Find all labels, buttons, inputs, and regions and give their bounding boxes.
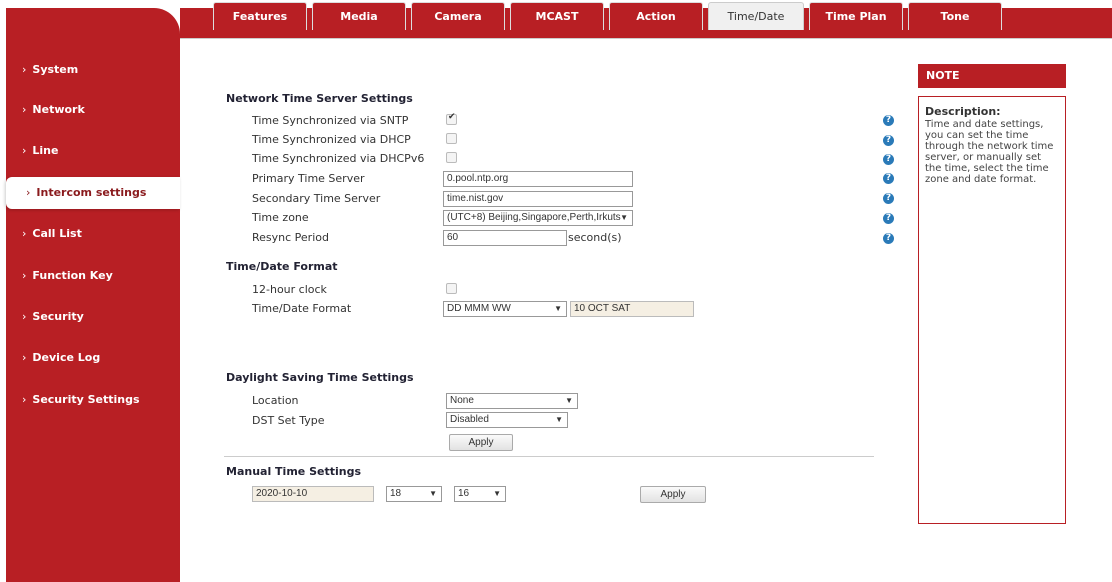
- manual-apply-button[interactable]: Apply: [640, 486, 706, 503]
- section-title-manual: Manual Time Settings: [226, 465, 362, 478]
- format-preview: 10 OCT SAT: [570, 301, 694, 317]
- hour-value: 18: [390, 488, 402, 499]
- sidebar-item-label: Line: [32, 144, 59, 157]
- dst-type-value: Disabled: [450, 414, 489, 425]
- tab-features[interactable]: Features: [213, 2, 307, 30]
- chevron-right-icon: ›: [22, 227, 27, 240]
- location-label: Location: [252, 394, 299, 407]
- timezone-label: Time zone: [252, 211, 309, 224]
- tab-media-settings[interactable]: Media Settings: [312, 2, 406, 51]
- help-icon[interactable]: ?: [883, 173, 894, 184]
- format-label: Time/Date Format: [252, 302, 352, 315]
- help-icon[interactable]: ?: [883, 213, 894, 224]
- chevron-right-icon: ›: [22, 63, 27, 76]
- chevron-right-icon: ›: [22, 103, 27, 116]
- sidebar-item-label: Intercom settings: [36, 186, 147, 199]
- dhcpv6-label: Time Synchronized via DHCPv6: [252, 152, 425, 165]
- help-icon[interactable]: ?: [883, 233, 894, 244]
- primary-server-input[interactable]: 0.pool.ntp.org: [443, 171, 633, 187]
- chevron-right-icon: ›: [22, 351, 27, 364]
- sidebar-item-label: Function Key: [32, 269, 113, 282]
- sidebar-item-label: Security Settings: [32, 393, 140, 406]
- section-title-network-time: Network Time Server Settings: [226, 92, 413, 105]
- resync-input[interactable]: 60: [443, 230, 567, 246]
- dropdown-arrow-icon: ▼: [429, 489, 437, 498]
- help-icon[interactable]: ?: [883, 154, 894, 165]
- section-divider: [224, 456, 874, 457]
- dhcp-label: Time Synchronized via DHCP: [252, 133, 411, 146]
- dropdown-arrow-icon: ▼: [555, 415, 563, 424]
- dropdown-arrow-icon: ▼: [493, 489, 501, 498]
- timezone-value: (UTC+8) Beijing,Singapore,Perth,Irkuts: [447, 212, 621, 223]
- format-select[interactable]: DD MMM WW ▼: [443, 301, 567, 317]
- dhcpv6-checkbox[interactable]: [446, 152, 457, 163]
- manual-date-input[interactable]: 2020-10-10: [252, 486, 374, 502]
- sidebar-item-label: System: [32, 63, 79, 76]
- sidebar: [6, 8, 180, 582]
- location-select[interactable]: None ▼: [446, 393, 578, 409]
- section-title-dst: Daylight Saving Time Settings: [226, 371, 414, 384]
- section-title-format: Time/Date Format: [226, 260, 338, 273]
- tab-mcast[interactable]: MCAST: [510, 2, 604, 30]
- chevron-right-icon: ›: [22, 269, 27, 282]
- dropdown-arrow-icon: ▼: [565, 396, 573, 405]
- sidebar-item-system[interactable]: › System: [0, 60, 174, 80]
- dst-type-select[interactable]: Disabled ▼: [446, 412, 568, 428]
- sidebar-item-label: Network: [32, 103, 85, 116]
- minute-value: 16: [458, 488, 470, 499]
- sidebar-item-call-list[interactable]: › Call List: [0, 224, 174, 244]
- resync-label: Resync Period: [252, 231, 329, 244]
- manual-hour-select[interactable]: 18 ▼: [386, 486, 442, 502]
- dropdown-arrow-icon: ▼: [620, 213, 628, 222]
- sntp-label: Time Synchronized via SNTP: [252, 114, 409, 127]
- secondary-server-input[interactable]: time.nist.gov: [443, 191, 633, 207]
- sidebar-item-label: Security: [32, 310, 84, 323]
- clock-label: 12-hour clock: [252, 283, 327, 296]
- sidebar-item-security[interactable]: › Security: [0, 307, 174, 327]
- note-panel: Description: Time and date settings, you…: [918, 96, 1066, 524]
- tab-action[interactable]: Action: [609, 2, 703, 30]
- sntp-checkbox[interactable]: [446, 112, 457, 125]
- timezone-select[interactable]: (UTC+8) Beijing,Singapore,Perth,Irkuts ▼: [443, 210, 633, 226]
- sidebar-item-label: Call List: [32, 227, 82, 240]
- sidebar-item-label: Device Log: [32, 351, 101, 364]
- chevron-right-icon: ›: [26, 186, 31, 199]
- help-icon[interactable]: ?: [883, 193, 894, 204]
- primary-server-label: Primary Time Server: [252, 172, 365, 185]
- sidebar-item-network[interactable]: › Network: [0, 100, 174, 120]
- help-icon[interactable]: ?: [883, 135, 894, 146]
- sidebar-item-device-log[interactable]: › Device Log: [0, 348, 174, 368]
- note-header: NOTE: [918, 64, 1066, 88]
- tab-time-plan[interactable]: Time Plan: [809, 2, 903, 30]
- dhcp-checkbox[interactable]: [446, 133, 457, 144]
- chevron-right-icon: ›: [22, 144, 27, 157]
- dst-apply-button[interactable]: Apply: [449, 434, 513, 451]
- clock-checkbox[interactable]: [446, 283, 457, 294]
- format-value: DD MMM WW: [447, 303, 511, 314]
- tab-time-date[interactable]: Time/Date: [708, 2, 804, 30]
- help-icon[interactable]: ?: [883, 115, 894, 126]
- manual-minute-select[interactable]: 16 ▼: [454, 486, 506, 502]
- dropdown-arrow-icon: ▼: [554, 304, 562, 313]
- note-text: Time and date settings, you can set the …: [925, 119, 1054, 185]
- note-title: Description:: [925, 105, 1001, 118]
- sidebar-item-line[interactable]: › Line: [0, 141, 174, 161]
- secondary-server-label: Secondary Time Server: [252, 192, 381, 205]
- sidebar-item-function-key[interactable]: › Function Key: [0, 266, 174, 286]
- location-value: None: [450, 395, 474, 406]
- top-divider: [180, 38, 1112, 39]
- sidebar-item-intercom-settings[interactable]: › Intercom settings: [6, 177, 180, 209]
- tab-camera-settings[interactable]: Camera Settings: [411, 2, 505, 51]
- dst-type-label: DST Set Type: [252, 414, 325, 427]
- resync-unit: second(s): [568, 231, 622, 244]
- tab-tone[interactable]: Tone: [908, 2, 1002, 30]
- sidebar-item-security-settings[interactable]: › Security Settings: [0, 390, 174, 410]
- chevron-right-icon: ›: [22, 310, 27, 323]
- chevron-right-icon: ›: [22, 393, 27, 406]
